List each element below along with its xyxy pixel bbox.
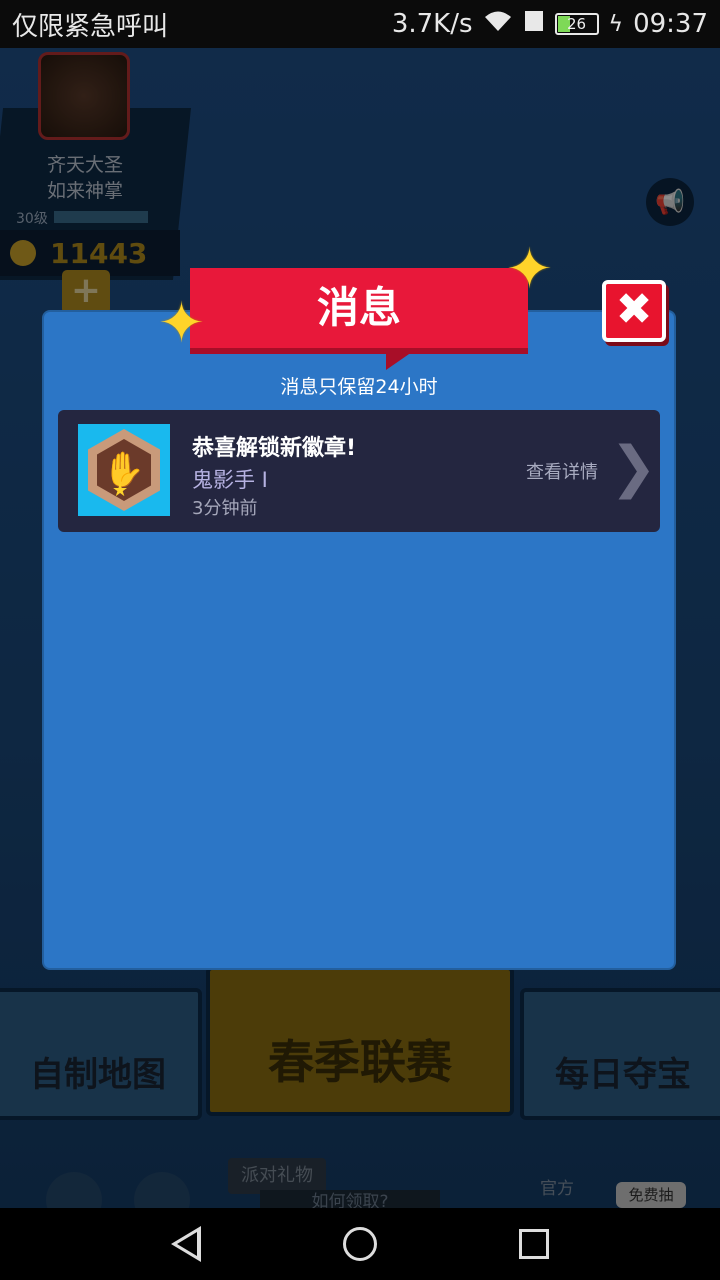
sim-icon [523, 9, 545, 40]
home-icon[interactable] [343, 1227, 377, 1261]
view-details-link[interactable]: 查看详情 [526, 458, 598, 484]
navigation-bar [0, 1208, 720, 1280]
badge-star-icon: ★ [112, 480, 129, 501]
charging-icon: ϟ [608, 11, 624, 37]
banner-tail [386, 352, 412, 370]
carrier-text: 仅限紧急呼叫 [12, 11, 169, 42]
dialog-subtitle: 消息只保留24小时 [280, 376, 438, 398]
back-icon[interactable] [171, 1226, 201, 1262]
clock: 09:37 [633, 9, 708, 39]
status-right: 3.7K/s 26 ϟ 09:37 [392, 9, 708, 40]
recent-apps-icon[interactable] [519, 1229, 549, 1259]
star-icon: ✦ [506, 237, 553, 302]
wifi-icon [483, 9, 513, 40]
status-bar: 仅限紧急呼叫 3.7K/s 26 ϟ 09:37 [0, 0, 720, 48]
star-icon: ✦ [158, 291, 205, 356]
message-time: 3分钟前 [192, 498, 258, 519]
battery-icon: 26 [554, 13, 599, 35]
message-item[interactable]: ✋ ★ 恭喜解锁新徽章! 鬼影手 I 3分钟前 查看详情 ❯ [58, 410, 660, 532]
chevron-right-icon[interactable]: ❯ [610, 440, 657, 496]
dialog-title: 消息 [190, 268, 528, 354]
hand-badge-icon: ✋ [78, 424, 170, 516]
badge-name: 鬼影手 I [192, 468, 268, 492]
close-button[interactable]: ✖ [602, 280, 666, 342]
network-speed: 3.7K/s [391, 9, 473, 39]
message-title: 恭喜解锁新徽章! [192, 436, 357, 461]
